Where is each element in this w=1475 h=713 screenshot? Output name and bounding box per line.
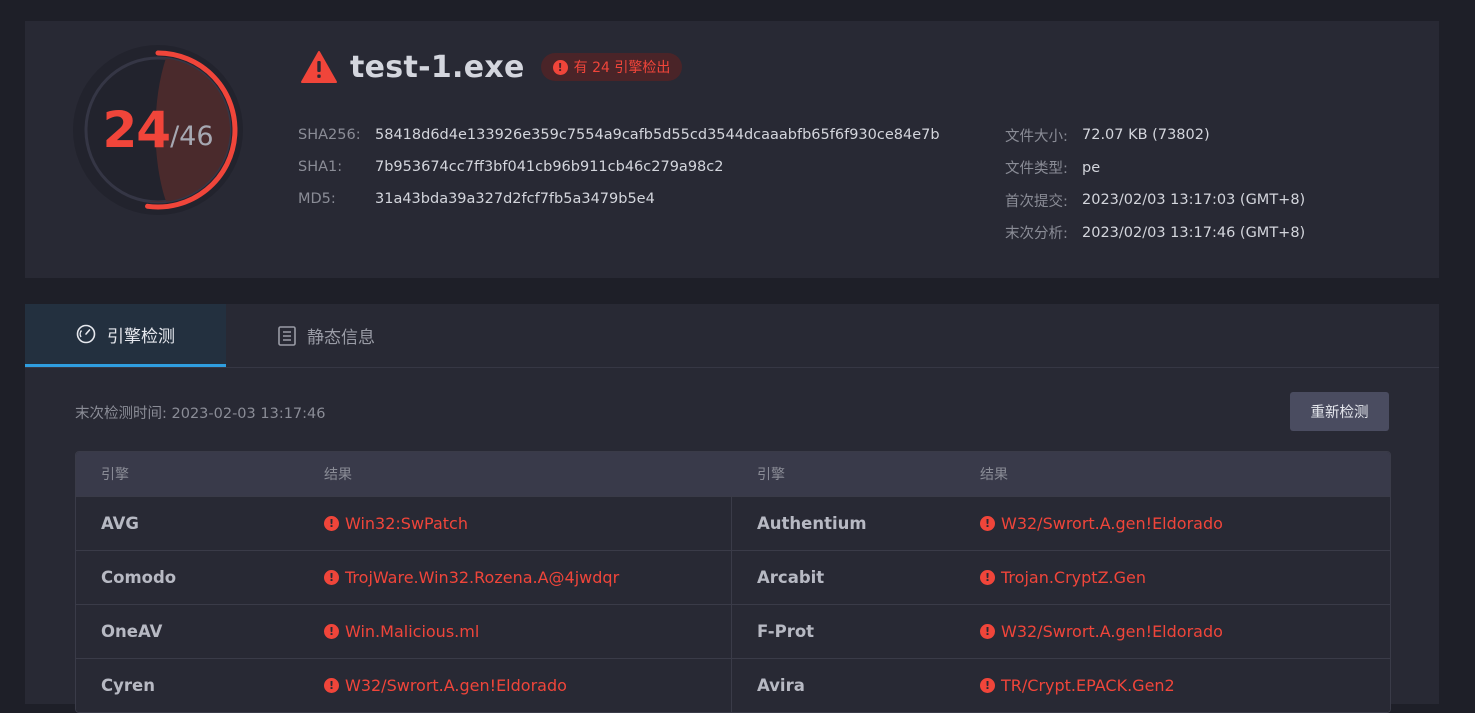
table-row: Comodo ! TrojWare.Win32.Rozena.A@4jwdqr A… [76, 550, 1390, 604]
detection-result: ! Win32:SwPatch [324, 514, 468, 533]
detection-result: ! W32/Swrort.A.gen!Eldorado [980, 514, 1223, 533]
table-row: OneAV ! Win.Malicious.ml F-Prot ! W32/Swro… [76, 604, 1390, 658]
detection-result: ! Trojan.CryptZ.Gen [980, 568, 1146, 587]
meta-value: pe [1082, 159, 1101, 176]
detection-result: ! Win.Malicious.ml [324, 622, 479, 641]
file-meta-list: 文件大小: 72.07 KB (73802) 文件类型: pe 首次提交: 20… [1005, 119, 1305, 249]
document-list-icon [278, 325, 296, 346]
alert-circle-icon: ! [552, 59, 568, 75]
last-scan-time: 末次检测时间: 2023-02-03 13:17:46 [75, 406, 326, 422]
column-header-engine: 引擎 [101, 467, 129, 483]
alert-circle-icon: ! [324, 570, 339, 585]
detection-result-label: Win32:SwPatch [345, 514, 468, 533]
tab-label: 引擎检测 [107, 326, 175, 347]
meta-row-file-type: 文件类型: pe [1005, 152, 1305, 185]
hash-row-sha1: SHA1: 7b953674cc7ff3bf041cb96b911cb46c27… [298, 151, 940, 183]
meta-key: 首次提交: [1005, 193, 1068, 210]
engine-name: Avira [757, 676, 805, 695]
file-name: test-1.exe [350, 49, 525, 85]
tab-label: 静态信息 [307, 328, 375, 348]
meta-value: 2023/02/03 13:17:46 (GMT+8) [1082, 224, 1306, 241]
meta-key: 文件大小: [1005, 128, 1068, 145]
engine-name: Arcabit [757, 568, 825, 587]
column-header-engine: 引擎 [757, 467, 785, 483]
detection-count: 24 [102, 101, 171, 159]
file-title-row: test-1.exe ! 有 24 引擎检出 [300, 49, 683, 85]
rescan-button[interactable]: 重新检测 [1290, 392, 1389, 431]
detection-result-label: W32/Swrort.A.gen!Eldorado [1001, 622, 1223, 641]
engine-total: /46 [170, 120, 214, 152]
detection-gauge: 24 /46 [73, 45, 243, 215]
hash-key: SHA1: [298, 159, 343, 175]
table-row: AVG ! Win32:SwPatch Authentium ! W32/Swror… [76, 496, 1390, 550]
detection-result: ! TR/Crypt.EPACK.Gen2 [980, 676, 1175, 695]
alert-circle-icon: ! [980, 570, 995, 585]
tab-bar: 引擎检测 静态信息 [25, 304, 1439, 368]
engine-name: Comodo [101, 568, 177, 587]
engine-name: OneAV [101, 622, 163, 641]
table-row: Cyren ! W32/Swrort.A.gen!Eldorado Avira !… [76, 658, 1390, 712]
meta-value: 2023/02/03 13:17:03 (GMT+8) [1082, 192, 1306, 209]
alert-circle-icon: ! [980, 516, 995, 531]
detection-result-label: Win.Malicious.ml [345, 622, 480, 641]
tab-engine-detection[interactable]: 引擎检测 [25, 304, 226, 367]
column-header-result: 结果 [324, 467, 352, 483]
alert-circle-icon: ! [324, 516, 339, 531]
alert-circle-icon: ! [324, 678, 339, 693]
table-header: 引擎 结果 引擎 结果 [76, 452, 1390, 496]
detection-result-label: W32/Swrort.A.gen!Eldorado [1001, 514, 1223, 533]
engine-results-table: 引擎 结果 引擎 结果 AVG ! Win32:SwPatch Authentiu… [75, 451, 1391, 713]
alert-circle-icon: ! [980, 624, 995, 639]
warning-triangle-icon [301, 51, 337, 83]
hash-key: MD5: [298, 191, 336, 207]
engine-name: AVG [101, 514, 139, 533]
file-summary-panel: 24 /46 test-1.exe ! 有 24 引擎检出 SHA256: 58… [25, 21, 1439, 278]
hash-list: SHA256: 58418d6d4e133926e359c7554a9cafb5… [298, 119, 940, 215]
engine-name: Cyren [101, 676, 155, 695]
meta-row-first-submitted: 首次提交: 2023/02/03 13:17:03 (GMT+8) [1005, 184, 1305, 217]
tab-static-info[interactable]: 静态信息 [226, 304, 427, 367]
detection-result-label: Trojan.CryptZ.Gen [1001, 568, 1146, 587]
hash-row-md5: MD5: 31a43bda39a327d2fcf7fb5a3479b5e4 [298, 183, 940, 215]
engine-detection-panel: 引擎检测 静态信息 末次检测时间: 2023-02-03 13:17:46 重新… [25, 304, 1439, 713]
detection-badge-label: 有 24 引擎检出 [573, 60, 671, 76]
alert-circle-icon: ! [324, 624, 339, 639]
engine-name: F-Prot [757, 622, 815, 641]
detection-result-label: TR/Crypt.EPACK.Gen2 [1001, 676, 1175, 695]
hash-value: 7b953674cc7ff3bf041cb96b911cb46c279a98c2 [375, 159, 724, 175]
detection-result: ! W32/Swrort.A.gen!Eldorado [980, 622, 1223, 641]
hash-value: 58418d6d4e133926e359c7554a9cafb5d55cd354… [375, 127, 940, 143]
meta-row-last-analyzed: 末次分析: 2023/02/03 13:17:46 (GMT+8) [1005, 217, 1305, 250]
hash-row-sha256: SHA256: 58418d6d4e133926e359c7554a9cafb5… [298, 119, 940, 151]
detection-badge: ! 有 24 引擎检出 [540, 53, 683, 81]
meta-value: 72.07 KB (73802) [1082, 127, 1210, 144]
column-header-result: 结果 [980, 467, 1008, 483]
hash-key: SHA256: [298, 127, 361, 143]
alert-circle-icon: ! [980, 678, 995, 693]
hash-value: 31a43bda39a327d2fcf7fb5a3479b5e4 [375, 191, 655, 207]
detection-result: ! W32/Swrort.A.gen!Eldorado [324, 676, 567, 695]
gauge-icon [76, 324, 96, 344]
detection-result: ! TrojWare.Win32.Rozena.A@4jwdqr [324, 568, 619, 587]
detection-result-label: TrojWare.Win32.Rozena.A@4jwdqr [345, 568, 620, 587]
meta-row-file-size: 文件大小: 72.07 KB (73802) [1005, 119, 1305, 152]
engine-name: Authentium [757, 514, 867, 533]
meta-key: 文件类型: [1005, 161, 1068, 178]
meta-key: 末次分析: [1005, 226, 1068, 243]
detection-result-label: W32/Swrort.A.gen!Eldorado [345, 676, 567, 695]
